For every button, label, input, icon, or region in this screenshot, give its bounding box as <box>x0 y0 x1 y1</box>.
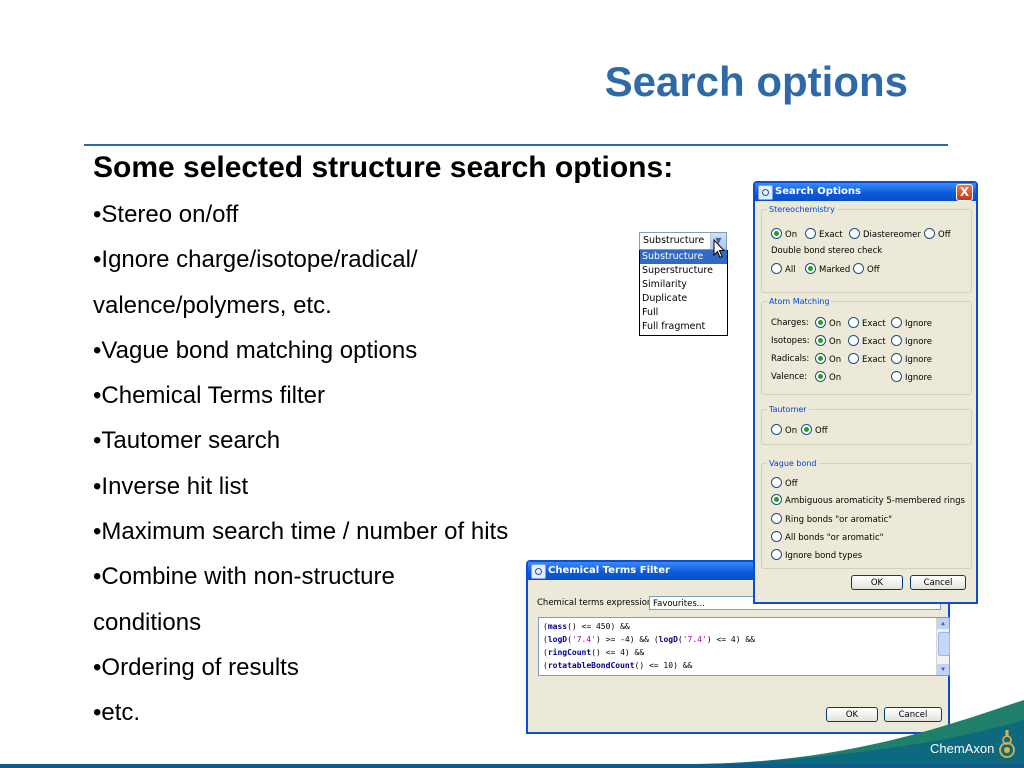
close-icon[interactable]: X <box>956 184 973 201</box>
vague-ignore-bond-types-radio[interactable]: Ignore bond types <box>771 549 862 561</box>
bullet-item: •Combine with non-structure <box>93 563 395 591</box>
expression-editor[interactable]: (mass() <= 450) && (logD('7.4') >= -4) &&… <box>538 617 950 676</box>
dropdown-option[interactable]: Similarity <box>640 278 727 292</box>
group-legend: Stereochemistry <box>769 205 835 214</box>
search-options-dialog: Search Options X Stereochemistry On Exac… <box>753 181 978 604</box>
group-legend: Atom Matching <box>769 297 830 306</box>
group-legend: Tautomer <box>769 405 807 414</box>
valence-on-radio[interactable]: On <box>815 371 841 384</box>
dialog-title: Chemical Terms Filter <box>548 565 670 576</box>
code-line: (rotatableBondCount() <= 10) && <box>543 661 693 670</box>
scroll-thumb[interactable] <box>938 632 950 656</box>
search-type-value: Substructure <box>643 235 705 246</box>
code-line: (logD('7.4') >= -4) && (logD('7.4') <= 4… <box>543 635 755 644</box>
tautomer-off-radio[interactable]: Off <box>801 424 828 437</box>
footer-wave <box>0 700 1024 768</box>
tautomer-row: On Off <box>771 424 971 436</box>
dropdown-option[interactable]: Full <box>640 306 727 320</box>
vague-off-radio[interactable]: Off <box>771 477 798 489</box>
radicals-on-radio[interactable]: On <box>815 353 841 366</box>
bullet-item: •Chemical Terms filter <box>93 382 326 410</box>
section-heading: Some selected structure search options: <box>93 151 674 184</box>
mouse-pointer-icon <box>713 239 725 259</box>
dialog-titlebar[interactable]: Search Options X <box>755 183 976 201</box>
dropdown-option[interactable]: Duplicate <box>640 292 727 306</box>
charges-row: Charges: On Exact Ignore <box>771 317 933 330</box>
double-bond-options-row: All Marked Off <box>771 263 971 275</box>
scroll-up-icon[interactable]: ▲ <box>937 618 949 629</box>
chemaxon-logo-icon <box>999 730 1015 758</box>
double-bond-off-radio[interactable]: Off <box>853 263 880 276</box>
code-line: (ringCount() <= 4) && <box>543 648 645 657</box>
dialog-title: Search Options <box>775 186 862 197</box>
expression-label: Chemical terms expression <box>537 598 653 608</box>
bullet-list: •Stereo on/off •Ignore charge/isotope/ra… <box>93 196 508 740</box>
bullet-item: •Ordering of results <box>93 653 299 681</box>
isotopes-on-radio[interactable]: On <box>815 335 841 348</box>
isotopes-exact-radio[interactable]: Exact <box>848 335 886 348</box>
bullet-item: •Ignore charge/isotope/radical/ <box>93 246 418 274</box>
slide-title: Search options <box>604 58 908 105</box>
bullet-item: •Maximum search time / number of hits <box>93 518 509 546</box>
bullet-item: •Inverse hit list <box>93 472 249 500</box>
stereo-off-radio[interactable]: Off <box>924 228 951 241</box>
ok-button[interactable]: OK <box>851 575 903 590</box>
code-line: (mass() <= 450) && <box>543 622 630 631</box>
dropdown-option[interactable]: Superstructure <box>640 264 727 278</box>
valence-ignore-radio[interactable]: Ignore <box>891 371 932 384</box>
bullet-item: •Stereo on/off <box>93 201 239 228</box>
stereo-exact-radio[interactable]: Exact <box>805 228 843 241</box>
group-legend: Vague bond <box>769 459 817 468</box>
bullet-item: •Vague bond matching options <box>93 336 418 364</box>
double-bond-label: Double bond stereo check <box>771 246 883 256</box>
search-type-options: Substructure Superstructure Similarity D… <box>639 250 728 336</box>
double-bond-marked-radio[interactable]: Marked <box>805 263 850 276</box>
app-icon <box>531 564 546 579</box>
radicals-exact-radio[interactable]: Exact <box>848 353 886 366</box>
brand-name: ChemAxon <box>930 741 995 756</box>
scroll-down-icon[interactable]: ▼ <box>937 664 949 675</box>
tautomer-on-radio[interactable]: On <box>771 424 797 437</box>
valence-row: Valence: On Ignore <box>771 371 933 384</box>
cancel-button[interactable]: Cancel <box>910 575 966 590</box>
title-divider <box>84 144 948 146</box>
vertical-scrollbar[interactable]: ▲ ▼ <box>936 618 950 675</box>
vague-all-bonds-radio[interactable]: All bonds "or aromatic" <box>771 531 884 543</box>
bullet-item: •Tautomer search <box>93 427 281 455</box>
dropdown-option[interactable]: Full fragment <box>640 320 727 334</box>
radicals-row: Radicals: On Exact Ignore <box>771 353 933 366</box>
charges-exact-radio[interactable]: Exact <box>848 317 886 330</box>
radicals-ignore-radio[interactable]: Ignore <box>891 353 932 366</box>
stereo-options-row: On Exact Diastereomer Off <box>771 228 971 240</box>
vague-ambiguous-radio[interactable]: Ambiguous aromaticity 5-membered rings <box>771 494 965 506</box>
bullet-item: valence/polymers, etc. <box>93 291 332 319</box>
bullet-item: conditions <box>93 608 202 636</box>
vague-ring-bonds-radio[interactable]: Ring bonds "or aromatic" <box>771 513 892 525</box>
isotopes-row: Isotopes: On Exact Ignore <box>771 335 933 348</box>
isotopes-ignore-radio[interactable]: Ignore <box>891 335 932 348</box>
charges-on-radio[interactable]: On <box>815 317 841 330</box>
app-icon <box>758 185 773 200</box>
stereo-diastereomer-radio[interactable]: Diastereomer <box>849 228 921 241</box>
charges-ignore-radio[interactable]: Ignore <box>891 317 932 330</box>
double-bond-all-radio[interactable]: All <box>771 263 796 276</box>
stereo-on-radio[interactable]: On <box>771 228 797 241</box>
